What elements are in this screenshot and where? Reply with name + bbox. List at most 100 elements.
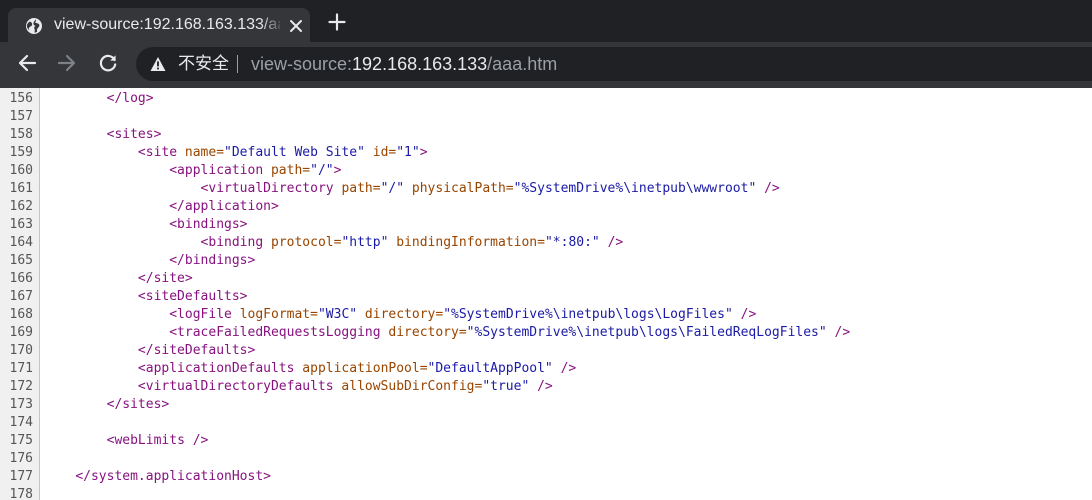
line-number: 175 <box>9 433 33 448</box>
source-line: 162 </application> <box>0 198 1092 216</box>
line-number: 160 <box>9 163 33 178</box>
line-code: </siteDefaults> <box>44 342 255 360</box>
new-tab-icon[interactable] <box>327 12 347 32</box>
tab-title-fade <box>260 12 284 38</box>
line-number: 161 <box>9 181 33 196</box>
xml-tag: <logFile <box>169 307 240 322</box>
line-number: 169 <box>9 325 33 340</box>
source-line: 177 </system.applicationHost> <box>0 468 1092 486</box>
source-line: 166 </site> <box>0 270 1092 288</box>
url-path: /aaa.htm <box>487 54 558 74</box>
line-code: <webLimits /> <box>44 432 209 450</box>
close-icon[interactable] <box>288 18 304 34</box>
xml-attribute: logFormat= <box>239 307 318 322</box>
xml-tag: <traceFailedRequestsLogging <box>169 325 389 340</box>
line-number: 158 <box>9 127 33 142</box>
xml-attribute: path= <box>341 181 381 196</box>
source-line: 159 <site name="Default Web Site" id="1"… <box>0 144 1092 162</box>
line-code: <virtualDirectory path="/" physicalPath=… <box>44 180 780 198</box>
line-code: <applicationDefaults applicationPool="De… <box>44 360 576 378</box>
xml-tag: </system.applicationHost> <box>75 469 271 484</box>
line-code: <bindings> <box>44 216 248 234</box>
source-line: 176 <box>0 450 1092 468</box>
security-status-label[interactable]: 不安全 <box>178 52 229 76</box>
xml-tag: /> <box>552 361 577 376</box>
line-number: 172 <box>9 379 33 394</box>
line-code: </bindings> <box>44 252 255 270</box>
source-view[interactable]: 156 </log> 157 158 <sites> 159 <site name="… <box>0 88 1092 500</box>
line-number: 168 <box>9 307 33 322</box>
xml-tag: <site <box>137 145 185 160</box>
source-line: 172 <virtualDirectoryDefaults allowSubDi… <box>0 378 1092 396</box>
url-scheme: view-source: <box>251 54 353 74</box>
line-code: </application> <box>44 198 279 216</box>
line-code: <virtualDirectoryDefaults allowSubDirCon… <box>44 378 553 396</box>
line-code: <site name="Default Web Site" id="1"> <box>44 144 428 162</box>
xml-tag: </site> <box>137 271 193 286</box>
xml-tag: <webLimits /> <box>106 433 209 448</box>
line-code: <application path="/"> <box>44 162 341 180</box>
line-code: <siteDefaults> <box>44 288 248 306</box>
tab-strip: view-source:192.168.163.133/aaa.htm <box>0 0 1092 42</box>
source-line: 164 <binding protocol="http" bindingInfo… <box>0 234 1092 252</box>
source-line: 168 <logFile logFormat="W3C" directory="… <box>0 306 1092 324</box>
xml-tag: <application <box>169 163 271 178</box>
xml-tag: <applicationDefaults <box>137 361 303 376</box>
address-bar[interactable]: 不安全 view-source:192.168.163.133/aaa.htm <box>136 47 1092 81</box>
line-number: 159 <box>9 145 33 160</box>
forward-arrow-icon[interactable] <box>56 52 78 74</box>
xml-tag: <virtualDirectory <box>200 181 342 196</box>
xml-tag: <binding <box>200 235 271 250</box>
source-line: 167 <siteDefaults> <box>0 288 1092 306</box>
line-code: </sites> <box>44 396 170 414</box>
line-number: 176 <box>9 451 33 466</box>
source-line: 158 <sites> <box>0 126 1092 144</box>
xml-attribute: path= <box>270 163 311 178</box>
source-line: 165 </bindings> <box>0 252 1092 270</box>
xml-tag: <bindings> <box>169 217 248 232</box>
tab-view-source[interactable]: view-source:192.168.163.133/aaa.htm <box>8 8 310 42</box>
xml-tag: /> <box>826 325 851 340</box>
xml-tag: <sites> <box>106 127 162 142</box>
xml-value: "*:80:" <box>544 235 600 250</box>
xml-value: "1" <box>396 145 420 160</box>
source-line: 178 <box>0 486 1092 500</box>
line-number: 165 <box>9 253 33 268</box>
reload-icon[interactable] <box>97 52 119 74</box>
warning-icon[interactable] <box>150 56 166 72</box>
line-code: </site> <box>44 270 193 288</box>
line-number: 171 <box>9 361 33 376</box>
tab-title: view-source:192.168.163.133/aaa.htm <box>54 16 280 33</box>
line-number: 170 <box>9 343 33 358</box>
line-number: 157 <box>9 109 33 124</box>
source-line: 169 <traceFailedRequestsLogging director… <box>0 324 1092 342</box>
line-code: <sites> <box>44 126 162 144</box>
url-text[interactable]: view-source:192.168.163.133/aaa.htm <box>251 52 557 76</box>
address-separator <box>237 55 238 73</box>
xml-value: "Default Web Site" <box>224 145 365 160</box>
xml-tag: /> <box>732 307 757 322</box>
xml-attribute: allowSubDirConfig= <box>341 379 483 394</box>
line-code: <traceFailedRequestsLogging directory="%… <box>44 324 850 342</box>
back-arrow-icon[interactable] <box>16 52 38 74</box>
line-code: <binding protocol="http" bindingInformat… <box>44 234 624 252</box>
line-number: 167 <box>9 289 33 304</box>
xml-tag: > <box>419 145 428 160</box>
source-line: 160 <application path="/"> <box>0 162 1092 180</box>
xml-tag: /> <box>756 181 780 196</box>
line-number: 178 <box>9 487 33 500</box>
source-line: 174 <box>0 414 1092 432</box>
xml-value: "%SystemDrive%\inetpub\wwwroot" <box>513 181 757 196</box>
xml-value: "/" <box>310 163 334 178</box>
